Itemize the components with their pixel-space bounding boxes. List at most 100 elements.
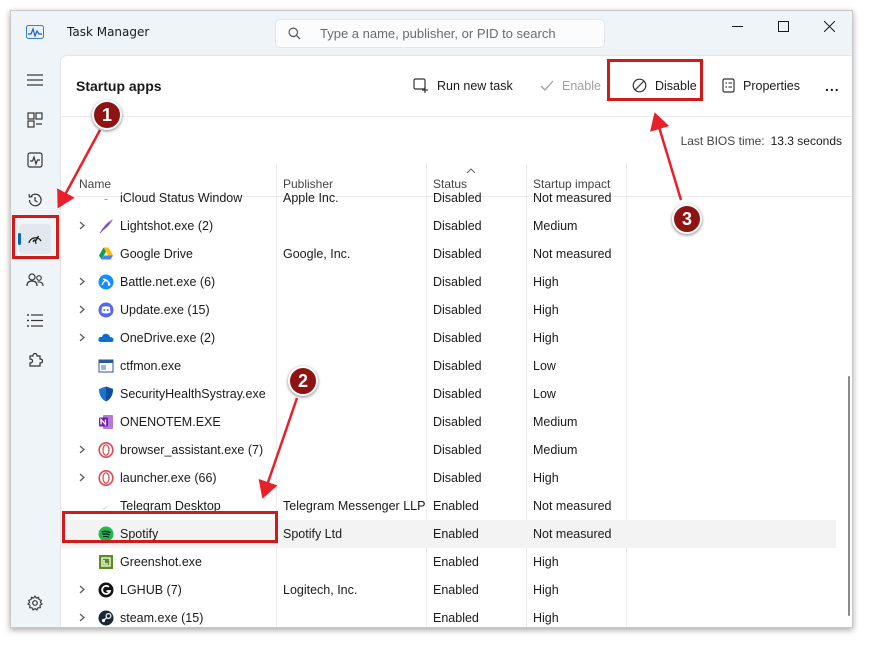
table-row[interactable]: SecurityHealthSystray.exe Disabled Low: [61, 380, 836, 408]
chevron-right-icon[interactable]: [79, 305, 85, 314]
app-status: Enabled: [433, 583, 479, 597]
performance-icon: [27, 152, 43, 168]
chevron-right-icon[interactable]: [79, 445, 85, 454]
app-publisher: Logitech, Inc.: [283, 583, 358, 597]
vertical-scrollbar[interactable]: [848, 376, 850, 616]
app-name: OneDrive.exe (2): [120, 331, 216, 345]
enable-button[interactable]: Enable: [532, 70, 609, 101]
gear-icon: [27, 595, 43, 611]
app-status: Enabled: [433, 611, 479, 625]
app-impact: Not measured: [533, 499, 612, 513]
bios-value: 13.3 seconds: [770, 134, 842, 148]
close-icon: [823, 20, 835, 32]
steam-icon: [98, 610, 114, 626]
properties-button[interactable]: Properties: [714, 70, 808, 101]
feather-icon: [99, 219, 113, 234]
properties-icon: [722, 78, 735, 93]
app-status: Disabled: [433, 219, 482, 233]
search-input[interactable]: [320, 23, 595, 44]
app-publisher: Telegram Messenger LLP: [283, 499, 426, 513]
app-status: Disabled: [433, 443, 482, 457]
users-icon: [26, 273, 44, 287]
minimize-icon: [731, 25, 743, 27]
table-row[interactable]: Google Drive Google, Inc. Disabled Not m…: [61, 240, 836, 268]
app-impact: Not measured: [533, 247, 612, 261]
app-impact: High: [533, 471, 559, 485]
table-row[interactable]: Greenshot.exe Enabled High: [61, 548, 836, 576]
app-publisher: Spotify Ltd: [283, 527, 343, 541]
chevron-right-icon[interactable]: [79, 613, 85, 622]
highlight-startup-nav: [12, 215, 59, 259]
nav-app-history[interactable]: [19, 185, 51, 215]
chevron-right-icon[interactable]: [79, 473, 85, 482]
table-row[interactable]: steam.exe (15) Enabled High: [61, 604, 836, 627]
enable-label: Enable: [562, 78, 601, 93]
table-row[interactable]: browser_assistant.exe (7) Disabled Mediu…: [61, 436, 836, 464]
table-row[interactable]: OneDrive.exe (2) Disabled High: [61, 324, 836, 352]
search-icon: [288, 27, 301, 40]
nav-details[interactable]: [19, 305, 51, 335]
logitech-icon: [98, 582, 114, 598]
chevron-right-icon[interactable]: [79, 585, 85, 594]
app-name: ctfmon.exe: [120, 359, 182, 373]
google-drive-icon: [99, 247, 113, 260]
app-name: LGHUB (7): [120, 583, 182, 597]
table-row[interactable]: Update.exe (15) Disabled High: [61, 296, 836, 324]
app-status: Disabled: [433, 331, 482, 345]
chevron-right-icon[interactable]: [79, 333, 85, 342]
run-new-task-button[interactable]: Run new task: [405, 70, 521, 101]
icloud-icon: [104, 199, 108, 200]
nav-processes[interactable]: [19, 105, 51, 135]
app-impact: High: [533, 331, 559, 345]
chevron-right-icon[interactable]: [79, 277, 85, 286]
greenshot-icon: [99, 555, 113, 569]
app-name: Update.exe (15): [120, 303, 210, 317]
app-name: ONENOTEM.EXE: [120, 415, 221, 429]
run-task-icon: [413, 78, 428, 93]
nav-performance[interactable]: [19, 145, 51, 175]
hamburger-menu-button[interactable]: [19, 65, 51, 95]
app-status: Disabled: [433, 275, 482, 289]
task-manager-app-icon: [26, 25, 44, 39]
discord-icon: [98, 302, 114, 318]
table-row[interactable]: ONENOTEM.EXE Disabled Medium: [61, 408, 836, 436]
table-row[interactable]: Lightshot.exe (2) Disabled Medium: [61, 212, 836, 240]
more-options-button[interactable]: ...: [817, 70, 848, 101]
more-options-icon: ...: [825, 77, 840, 94]
app-impact: High: [533, 555, 559, 569]
highlight-disable-button: [607, 59, 703, 101]
app-impact: Medium: [533, 415, 578, 429]
window-title: Task Manager: [67, 25, 150, 39]
onenote-icon: [99, 415, 113, 429]
nav-settings[interactable]: [19, 588, 51, 618]
table-row[interactable]: LGHUB (7) Logitech, Inc. Enabled High: [61, 576, 836, 604]
table-row[interactable]: iCloud Status Window Apple Inc. Disabled…: [61, 189, 836, 212]
app-publisher: Google, Inc.: [283, 247, 351, 261]
page-title: Startup apps: [76, 78, 162, 94]
table-row[interactable]: Battle.net.exe (6) Disabled High: [61, 268, 836, 296]
table-row[interactable]: launcher.exe (66) Disabled High: [61, 464, 836, 492]
processes-icon: [27, 112, 43, 128]
app-name: steam.exe (15): [120, 611, 204, 625]
nav-services[interactable]: [19, 345, 51, 375]
close-button[interactable]: [806, 11, 852, 41]
app-impact: Medium: [533, 219, 578, 233]
run-new-task-label: Run new task: [437, 78, 513, 93]
table-row[interactable]: ctfmon.exe Disabled Low: [61, 352, 836, 380]
services-puzzle-icon: [29, 352, 43, 367]
app-impact: High: [533, 611, 559, 625]
minimize-button[interactable]: [714, 11, 760, 41]
app-status: Disabled: [433, 415, 482, 429]
maximize-button[interactable]: [760, 11, 806, 41]
step-badge-3: 3: [672, 204, 702, 234]
title-bar: Task Manager: [11, 11, 852, 55]
app-impact: Not measured: [533, 527, 612, 541]
app-name: Lightshot.exe (2): [120, 219, 214, 233]
app-name: SecurityHealthSystray.exe: [120, 387, 266, 401]
details-list-icon: [27, 313, 43, 327]
search-box[interactable]: [275, 19, 605, 48]
app-name: Google Drive: [120, 247, 193, 261]
chevron-right-icon[interactable]: [79, 221, 85, 230]
nav-users[interactable]: [19, 265, 51, 295]
app-impact: Low: [533, 387, 556, 401]
